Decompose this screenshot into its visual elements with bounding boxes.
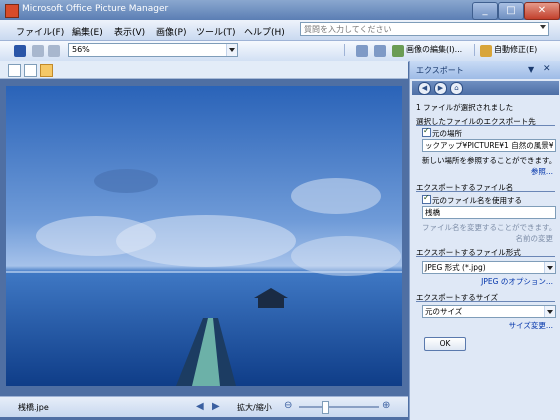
toolbar-separator (344, 44, 345, 56)
close-button[interactable]: ✕ (524, 2, 560, 20)
save-icon[interactable] (14, 45, 26, 57)
autofix-button[interactable]: 自動修正(E) (494, 44, 537, 55)
ask-question-placeholder: 質問を入力してください (304, 25, 392, 34)
original-location-checkbox[interactable] (422, 126, 431, 137)
app-window: Microsoft Office Picture Manager _ □ ✕ フ… (0, 0, 560, 420)
format-select[interactable]: JPEG 形式 (*.jpg) (422, 261, 556, 274)
chevron-down-icon[interactable] (544, 306, 555, 317)
zoom-slider-thumb[interactable] (322, 401, 330, 414)
size-change-link[interactable]: サイズ変更... (509, 320, 553, 331)
thumbnail-view-icon[interactable] (8, 64, 21, 77)
section-divider (416, 125, 555, 126)
menu-picture[interactable]: 画像(P) (156, 25, 186, 38)
minimize-button[interactable]: _ (472, 2, 498, 20)
jpeg-options-link[interactable]: JPEG のオプション... (481, 276, 553, 287)
rotate-right-icon[interactable] (374, 45, 386, 57)
new-location-text: 新しい場所を参照することができます。 (422, 156, 557, 165)
pane-nav-bar: ◀ ▶ ⌂ (412, 81, 559, 95)
size-value: 元のサイズ (425, 307, 463, 316)
menu-bar: ファイル(F) 編集(E) 表示(V) 画像(P) ツール(T) ヘルプ(H) … (0, 20, 560, 41)
edit-picture-button[interactable]: 画像の編集(I)... (406, 44, 462, 55)
section-divider (416, 256, 555, 257)
use-original-name-checkbox[interactable] (422, 193, 431, 204)
pane-close-icon[interactable]: ✕ (543, 64, 551, 74)
section-divider (416, 191, 555, 192)
use-original-name-label: 元のファイル名を使用する (432, 196, 522, 205)
jetty-photo (6, 86, 402, 386)
zoom-combo[interactable]: 56% (68, 43, 238, 57)
back-icon[interactable]: ◀ (418, 82, 431, 95)
rename-link[interactable]: 名前の変更 (516, 233, 554, 244)
filmstrip-view-icon[interactable] (24, 64, 37, 77)
picture-preview (6, 86, 402, 386)
pane-menu-icon[interactable]: ▼ (528, 65, 534, 74)
export-path-field[interactable]: ックアップ¥PICTURE¥1 自然の風景¥ (422, 139, 556, 152)
zoom-slider-track[interactable] (299, 406, 379, 408)
status-filename: 桟橋.jpe (18, 403, 49, 412)
undo-icon[interactable] (32, 45, 44, 57)
format-value: JPEG 形式 (*.jpg) (425, 263, 486, 272)
menu-edit[interactable]: 編集(E) (72, 25, 103, 38)
chevron-down-icon[interactable] (544, 262, 555, 273)
filename-field[interactable]: 桟橋 (422, 206, 556, 219)
rename-hint-text: ファイル名を変更することができます。 (422, 223, 557, 232)
menu-file[interactable]: ファイル(F) (16, 25, 64, 38)
edit-picture-icon[interactable] (392, 45, 404, 57)
title-bar: Microsoft Office Picture Manager _ □ ✕ (0, 0, 560, 20)
size-select[interactable]: 元のサイズ (422, 305, 556, 318)
original-location-label: 元の場所 (432, 129, 462, 138)
next-picture-icon[interactable]: ▶ (212, 401, 220, 412)
home-icon[interactable]: ⌂ (450, 82, 463, 95)
maximize-button[interactable]: □ (498, 2, 524, 20)
toolbar-separator (474, 44, 475, 56)
section-divider (416, 301, 555, 302)
window-title: Microsoft Office Picture Manager (22, 4, 169, 14)
ask-question-input[interactable]: 質問を入力してください (300, 22, 549, 36)
selected-count-text: 1 ファイルが選択されました (416, 103, 514, 112)
zoom-in-icon[interactable]: ⊕ (382, 400, 390, 411)
pane-title: エクスポート (416, 66, 464, 75)
status-bar: 桟橋.jpe ◀ ▶ 拡大/縮小 ⊖ ⊕ (0, 396, 408, 417)
ok-button[interactable]: OK (424, 337, 466, 351)
menu-help[interactable]: ヘルプ(H) (244, 25, 285, 38)
previous-picture-icon[interactable]: ◀ (196, 401, 204, 412)
menu-view[interactable]: 表示(V) (114, 25, 145, 38)
export-task-pane: エクスポート ▼ ✕ ◀ ▶ ⌂ 1 ファイルが選択されました 選択したファイル… (409, 61, 560, 420)
chevron-down-icon[interactable] (226, 44, 237, 56)
zoom-out-icon[interactable]: ⊖ (284, 400, 292, 411)
picture-manager-icon (5, 4, 19, 18)
chevron-down-icon[interactable] (540, 25, 546, 29)
rotate-left-icon[interactable] (356, 45, 368, 57)
pane-header: エクスポート ▼ ✕ (410, 61, 560, 79)
browse-link[interactable]: 参照... (531, 166, 553, 177)
zoom-value: 56% (72, 45, 90, 54)
redo-icon[interactable] (48, 45, 60, 57)
zoom-label: 拡大/縮小 (237, 403, 272, 412)
forward-icon[interactable]: ▶ (434, 82, 447, 95)
menu-tools[interactable]: ツール(T) (196, 25, 236, 38)
autofix-icon[interactable] (480, 45, 492, 57)
single-picture-view-icon[interactable] (40, 64, 53, 77)
view-toolbar (0, 61, 408, 79)
